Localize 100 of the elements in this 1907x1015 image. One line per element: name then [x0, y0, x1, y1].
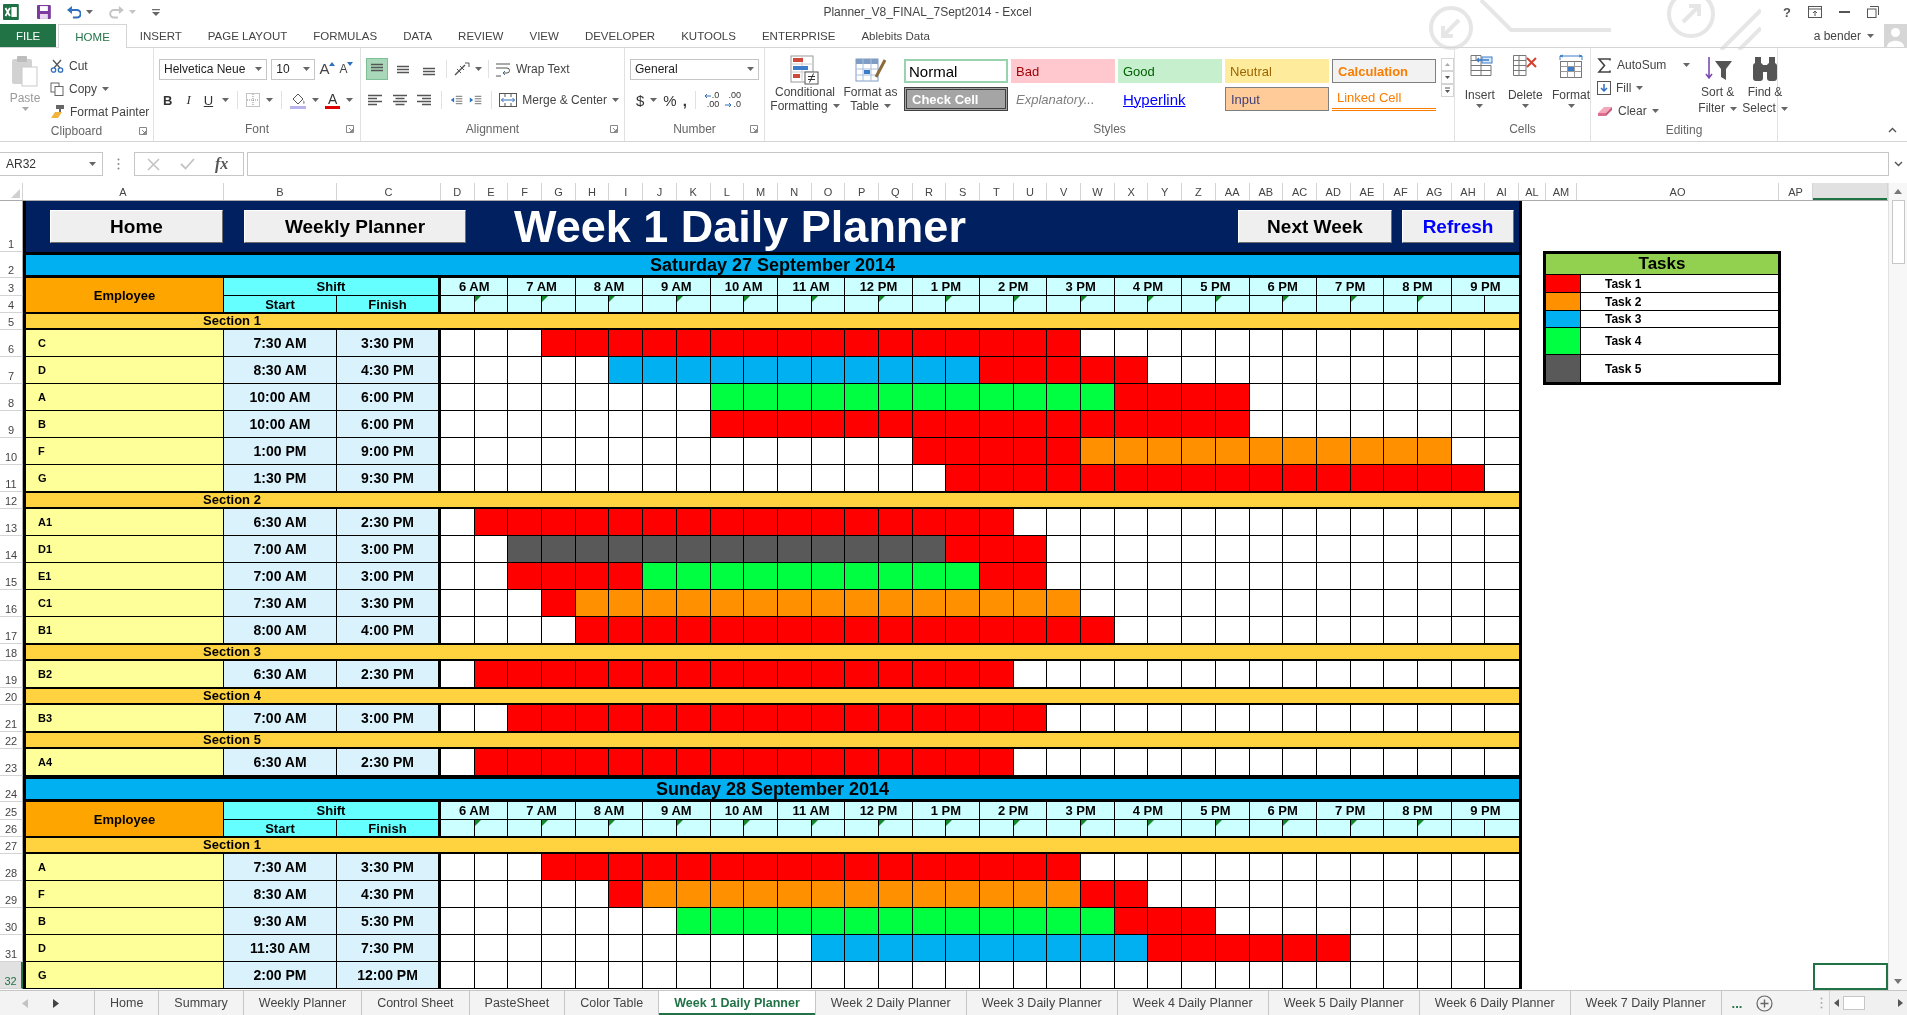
customize-toolbar-icon[interactable]	[152, 8, 160, 16]
checkmark-icon[interactable]	[180, 158, 195, 170]
increase-indent-icon[interactable]	[469, 93, 483, 107]
vertical-align-button[interactable]	[366, 58, 388, 80]
decrease-decimal-button[interactable]: .00 .0	[725, 89, 741, 111]
row-header[interactable]: 11	[0, 465, 23, 492]
column-header[interactable]: K	[676, 183, 711, 200]
italic-button[interactable]: I	[182, 89, 195, 111]
row-header[interactable]: 14	[0, 536, 23, 563]
row-header[interactable]: 15	[0, 563, 23, 590]
row-header[interactable]: 7	[0, 357, 23, 384]
merge-center-button[interactable]: Merge & Center	[499, 89, 620, 111]
column-header[interactable]: C	[337, 183, 441, 200]
cell-style-swatch[interactable]: Explanatory...	[1011, 87, 1115, 111]
cut-button[interactable]: Cut	[50, 55, 150, 77]
column-header[interactable]: AI	[1485, 183, 1519, 200]
insert-function-button[interactable]: fx	[215, 155, 229, 173]
cell-style-swatch[interactable]: Input	[1225, 87, 1329, 111]
row-header[interactable]: 17	[0, 617, 23, 644]
percent-button[interactable]: %	[663, 89, 677, 111]
caret-icon[interactable]	[1867, 33, 1874, 38]
minimize-icon[interactable]	[1838, 11, 1850, 13]
sheet-tab[interactable]: Weekly Planner	[243, 991, 363, 1015]
caret-icon[interactable]	[312, 98, 320, 102]
ribbon-tab[interactable]: Ablebits Data	[848, 24, 943, 47]
delete-cells-button[interactable]: Delete	[1506, 51, 1544, 120]
conditional-formatting-button[interactable]: Conditional Formatting	[771, 52, 839, 120]
column-header[interactable]: E	[474, 183, 509, 200]
column-header[interactable]: U	[1013, 183, 1048, 200]
column-header[interactable]: P	[845, 183, 879, 200]
undo-icon[interactable]	[66, 5, 82, 19]
restore-icon[interactable]	[1866, 6, 1879, 18]
sheet-tab[interactable]: Week 7 Daily Planner	[1570, 991, 1722, 1015]
launcher-icon[interactable]	[346, 125, 354, 133]
scroll-up-icon[interactable]	[1894, 189, 1902, 194]
number-format-field[interactable]: General	[630, 58, 759, 80]
ribbon-tab[interactable]: HOME	[58, 24, 127, 48]
bold-button[interactable]: B	[159, 89, 177, 111]
column-header[interactable]: N	[777, 183, 812, 200]
increase-decimal-button[interactable]: .0 .00	[703, 89, 720, 111]
file-menu-button[interactable]: FILE	[0, 24, 57, 47]
ribbon-tab[interactable]: VIEW	[516, 24, 572, 47]
column-header[interactable]: H	[575, 183, 610, 200]
caret-icon[interactable]	[86, 10, 94, 14]
wrap-text-button[interactable]: Wrap Text	[495, 58, 570, 80]
row-header[interactable]: 13	[0, 509, 23, 536]
grip-icon[interactable]	[117, 158, 120, 170]
more-sheets-button[interactable]: ...	[1731, 995, 1743, 1011]
column-header[interactable]: V	[1047, 183, 1082, 200]
scroll-down-icon[interactable]	[1894, 979, 1902, 984]
column-header[interactable]: AB	[1249, 183, 1284, 200]
launcher-icon[interactable]	[750, 125, 758, 133]
caret-icon[interactable]	[266, 98, 274, 102]
row-header[interactable]: 9	[0, 411, 23, 438]
ribbon-tab[interactable]: KUTOOLS	[668, 24, 749, 47]
font-color-button[interactable]: A	[325, 89, 341, 111]
copy-button[interactable]: Copy	[50, 78, 150, 100]
vertical-scrollbar[interactable]	[1888, 183, 1907, 990]
angled-text-icon[interactable]	[453, 61, 471, 77]
row-header[interactable]: 26	[0, 819, 23, 837]
sheet-tab[interactable]: Summary	[159, 991, 244, 1015]
grow-font-button[interactable]: A	[319, 58, 336, 80]
row-header[interactable]: 28	[0, 854, 23, 881]
scrollbar-thumb[interactable]	[1843, 996, 1865, 1010]
paint-bucket-icon[interactable]	[290, 91, 307, 109]
column-header[interactable]: AO	[1577, 183, 1779, 200]
launcher-icon[interactable]	[610, 125, 618, 133]
row-header[interactable]: 30	[0, 908, 23, 935]
column-header[interactable]: R	[912, 183, 947, 200]
sheet-tab[interactable]: Week 1 Daily Planner	[659, 991, 816, 1015]
row-header[interactable]: 10	[0, 438, 23, 465]
font-name-field[interactable]: Helvetica Neue	[159, 58, 268, 80]
fill-button[interactable]: Fill	[1597, 77, 1691, 99]
sort-filter-button[interactable]: Sort & Filter	[1698, 51, 1738, 122]
decrease-indent-icon[interactable]	[450, 93, 464, 107]
underline-button[interactable]: U	[200, 89, 217, 111]
ribbon-display-icon[interactable]	[1807, 6, 1822, 18]
sheet-tab[interactable]: Control Sheet	[362, 991, 470, 1015]
caret-icon[interactable]	[650, 98, 658, 102]
autosum-button[interactable]: AutoSum	[1597, 54, 1691, 76]
font-size-field[interactable]: 10	[271, 58, 316, 80]
scroll-left-icon[interactable]	[1834, 999, 1839, 1007]
clear-button[interactable]: Clear	[1597, 100, 1691, 122]
user-name[interactable]: a bender	[1813, 28, 1861, 43]
next-sheet-icon[interactable]	[53, 998, 59, 1008]
cell-style-swatch[interactable]: Good	[1118, 59, 1222, 83]
column-header[interactable]: X	[1114, 183, 1149, 200]
caret-icon[interactable]	[475, 67, 482, 71]
insert-cells-button[interactable]: Insert	[1461, 51, 1499, 120]
column-header[interactable]: B	[224, 183, 337, 200]
caret-icon[interactable]	[346, 98, 354, 102]
sheet-tab[interactable]: Week 3 Daily Planner	[966, 991, 1118, 1015]
column-header[interactable]: AG	[1417, 183, 1452, 200]
ribbon-tab[interactable]: REVIEW	[445, 24, 517, 47]
column-header[interactable]: S	[946, 183, 980, 200]
column-header[interactable]: AE	[1350, 183, 1385, 200]
sheet-tab[interactable]: PasteSheet	[469, 991, 566, 1015]
row-header[interactable]: 8	[0, 384, 23, 411]
column-header[interactable]: G	[542, 183, 576, 200]
scrollbar-thumb[interactable]	[1891, 200, 1905, 264]
